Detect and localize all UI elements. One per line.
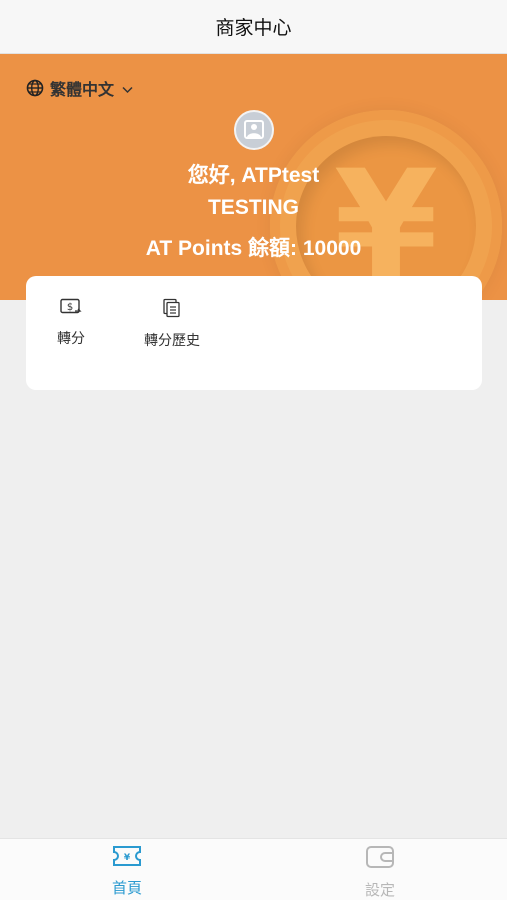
chevron-down-icon [122,86,133,94]
transfer-history-label: 轉分歷史 [144,333,200,349]
tab-settings-label: 設定 [364,881,395,899]
svg-text:$: $ [67,302,73,313]
points-balance: AT Points 餘額: 10000 [145,237,362,260]
yen-ticket-icon: ¥ [112,845,142,871]
transfer-label: 轉分 [57,331,85,347]
avatar[interactable] [234,110,274,150]
wallet-icon [365,845,395,873]
money-transfer-icon: $ [60,298,82,320]
language-label: 繁體中文 [50,80,115,99]
tab-home[interactable]: ¥ 首頁 [87,845,167,898]
globe-icon [26,79,44,97]
language-selector[interactable]: 繁體中文 [26,78,133,99]
history-document-icon [162,298,182,322]
top-navbar: 商家中心 [0,0,507,54]
greeting-text: 您好, ATPtest [187,164,320,187]
tab-home-label: 首頁 [111,879,142,897]
store-name: TESTING [207,196,299,219]
transfer-button[interactable]: $ 轉分 [56,298,86,348]
user-placeholder-icon [244,120,264,139]
transfer-history-button[interactable]: 轉分歷史 [144,298,200,350]
actions-card: $ 轉分 轉分歷史 [26,276,482,390]
page-title: 商家中心 [215,17,292,39]
svg-text:¥: ¥ [124,853,131,863]
bottom-tabbar: ¥ 首頁 設定 [0,838,507,900]
tab-settings[interactable]: 設定 [340,845,420,900]
